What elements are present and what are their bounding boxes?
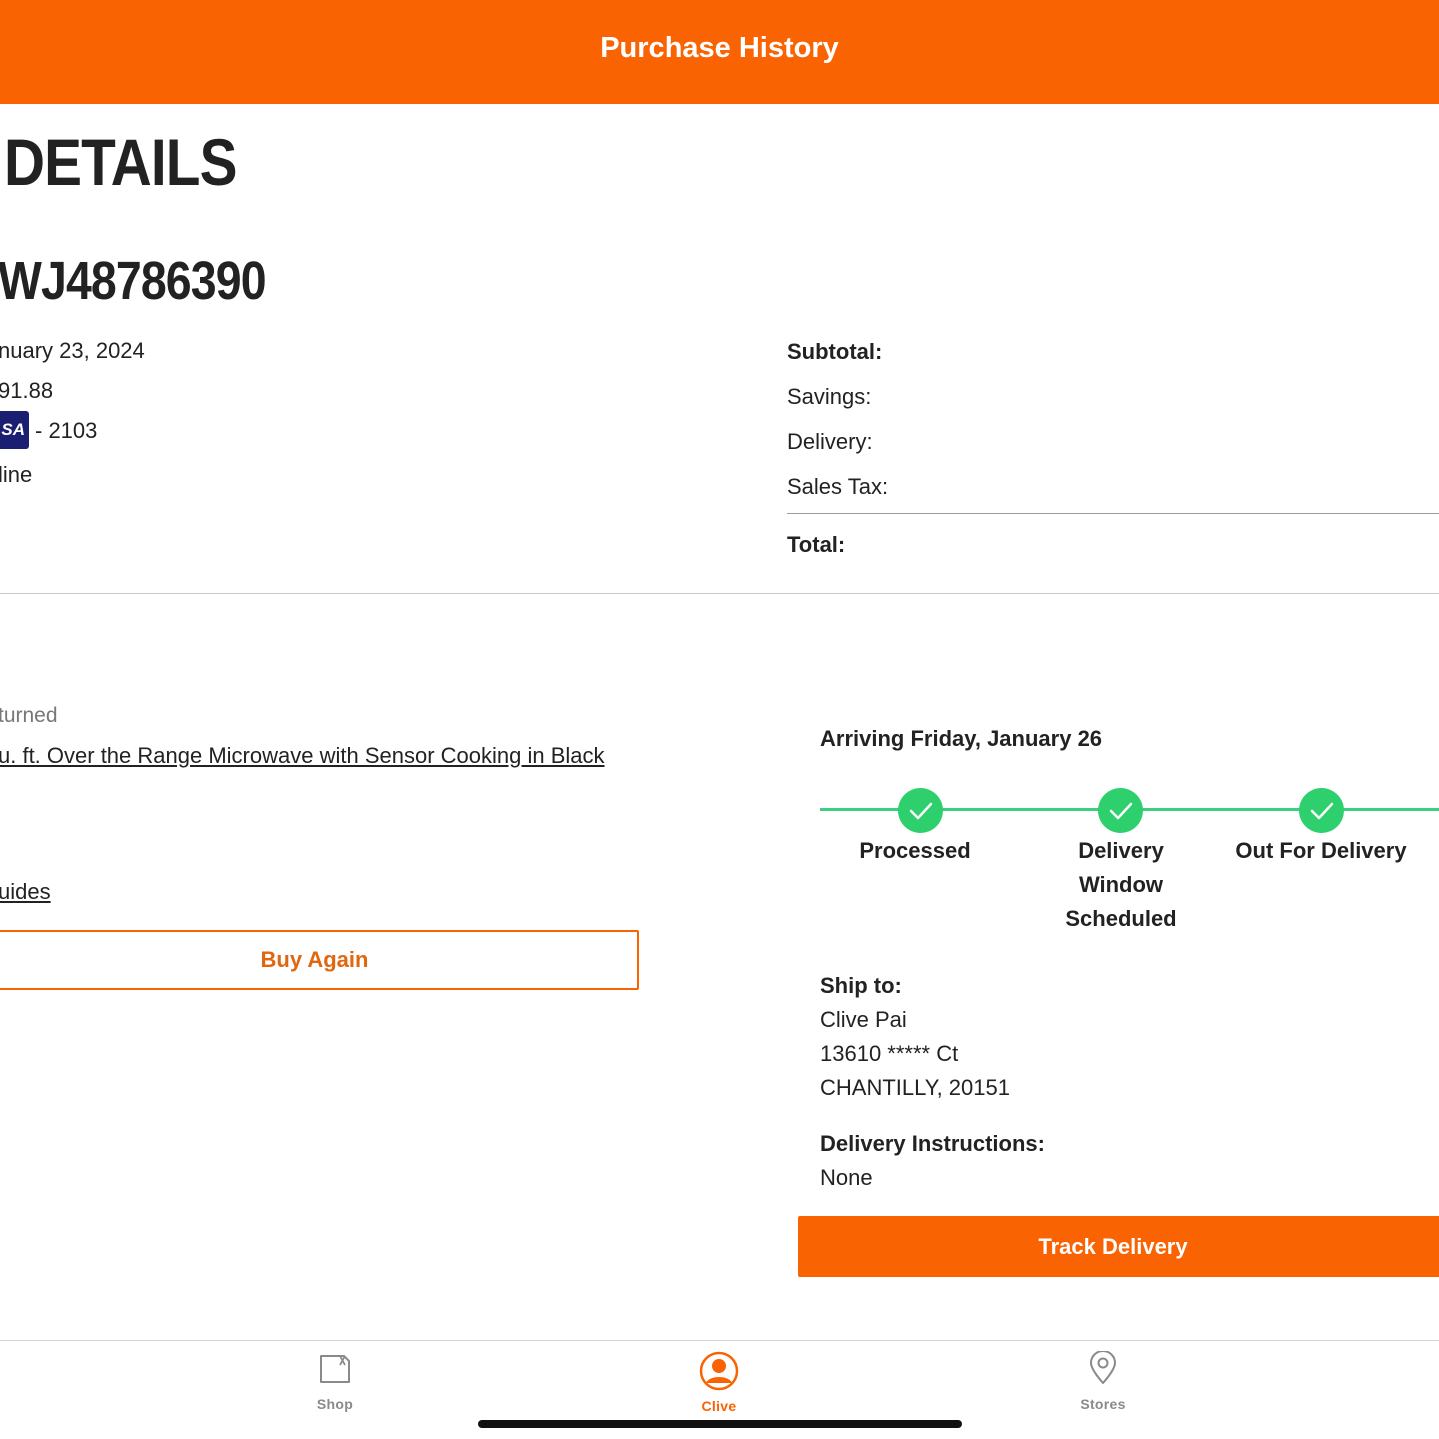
ship-street: 13610 ***** Ct <box>820 1041 959 1066</box>
track-delivery-button[interactable]: Track Delivery <box>798 1216 1439 1277</box>
page-title: Purchase History <box>600 31 839 64</box>
buy-again-button[interactable]: Buy Again <box>0 930 639 990</box>
delivery-fee-label: Delivery: <box>787 429 873 454</box>
order-number: WJ48786390 <box>0 251 267 311</box>
section-divider <box>0 593 1439 594</box>
account-icon <box>699 1351 739 1396</box>
shop-icon <box>318 1351 352 1390</box>
tab-stores-label: Stores <box>1080 1396 1126 1412</box>
ship-city: CHANTILLY, 20151 <box>820 1075 1010 1100</box>
step-label-window-scheduled: Delivery Window Scheduled <box>1065 838 1177 931</box>
visa-card-icon: SA <box>0 411 29 449</box>
step-label-out-for-delivery: Out For Delivery <box>1235 838 1407 863</box>
product-name-link[interactable]: u. ft. Over the Range Microwave with Sen… <box>0 743 605 769</box>
tab-account[interactable]: Clive <box>659 1351 779 1414</box>
arrival-date: Arriving Friday, January 26 <box>820 726 1103 751</box>
sales-tax-label: Sales Tax: <box>787 474 889 499</box>
tab-account-label: Clive <box>701 1398 737 1414</box>
location-pin-icon <box>1088 1350 1118 1390</box>
window-scheduled-check-icon <box>1098 788 1143 833</box>
tab-stores[interactable]: Stores <box>1043 1350 1163 1413</box>
guides-link[interactable]: uides <box>0 879 51 905</box>
tab-shop-label: Shop <box>316 1396 354 1412</box>
purchase-details-page: Purchase History DETAILS WJ48786390 nuar… <box>0 0 1439 1439</box>
payment-last4: - 2103 <box>35 418 98 443</box>
step-label-processed: Processed <box>859 838 971 863</box>
order-total-value: 91.88 <box>0 378 54 403</box>
out-for-delivery-check-icon <box>1299 788 1344 833</box>
home-indicator[interactable] <box>478 1420 962 1428</box>
order-channel: line <box>0 462 33 487</box>
details-heading: DETAILS <box>4 125 237 199</box>
top-bar: Purchase History <box>0 0 1439 104</box>
ship-to-label: Ship to: <box>820 973 902 998</box>
savings-label: Savings: <box>787 384 872 409</box>
tab-shop[interactable]: Shop <box>275 1351 395 1413</box>
delivery-instructions-label: Delivery Instructions: <box>820 1131 1045 1156</box>
summary-divider <box>787 513 1439 514</box>
processed-check-icon <box>898 788 943 833</box>
ship-name: Clive Pai <box>820 1007 907 1032</box>
order-date: nuary 23, 2024 <box>0 338 145 363</box>
delivery-instructions-value: None <box>820 1165 873 1190</box>
item-status: turned <box>0 704 58 727</box>
subtotal-label: Subtotal: <box>787 339 883 364</box>
total-label: Total: <box>787 532 846 557</box>
